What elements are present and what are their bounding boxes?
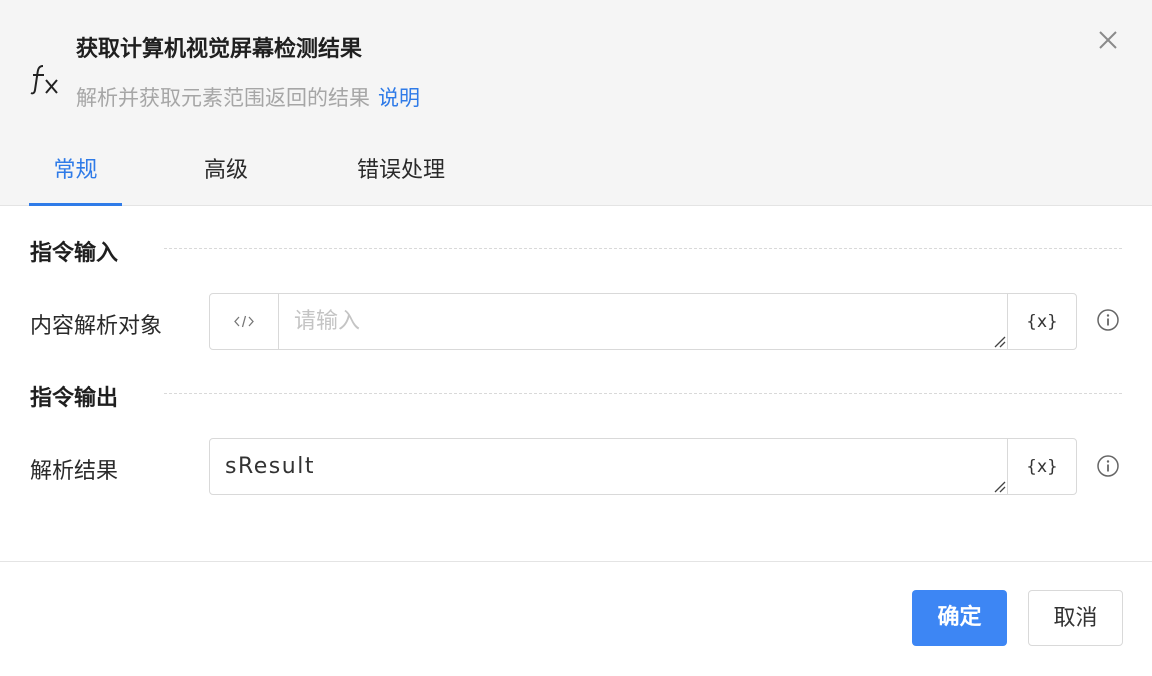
variable-icon-glyph: {x} xyxy=(1026,312,1058,332)
dialog: 获取计算机视觉屏幕检测结果 解析并获取元素范围返回的结果 说明 常规 高级 错误处… xyxy=(0,0,1152,676)
tab-general[interactable]: 常规 xyxy=(29,146,122,204)
section-title-input: 指令输入 xyxy=(30,241,119,266)
dialog-description: 解析并获取元素范围返回的结果 xyxy=(76,86,370,110)
info-icon[interactable] xyxy=(1096,308,1120,332)
tab-advanced[interactable]: 高级 xyxy=(180,146,272,204)
variable-icon: {x} xyxy=(1026,457,1058,477)
field-label-parse-target: 内容解析对象 xyxy=(30,314,163,339)
parse-target-input[interactable]: 请输入 xyxy=(294,294,360,349)
fx-icon xyxy=(30,65,58,95)
dialog-title: 获取计算机视觉屏幕检测结果 xyxy=(76,37,363,62)
resize-grip-icon[interactable] xyxy=(992,479,1006,493)
confirm-button[interactable]: 确定 xyxy=(912,590,1007,646)
active-tab-indicator xyxy=(29,203,122,206)
code-toggle-button[interactable] xyxy=(210,294,279,349)
cancel-button[interactable]: 取消 xyxy=(1028,590,1123,646)
info-icon[interactable] xyxy=(1096,454,1120,478)
variable-icon: {x} xyxy=(1026,312,1058,332)
section-divider xyxy=(164,393,1122,394)
footer-divider xyxy=(0,561,1152,562)
section-divider xyxy=(164,248,1122,249)
dialog-header: 获取计算机视觉屏幕检测结果 解析并获取元素范围返回的结果 说明 常规 高级 错误处… xyxy=(0,0,1152,206)
parse-result-field: sResult {x} xyxy=(209,438,1077,495)
dialog-subtitle: 解析并获取元素范围返回的结果 说明 xyxy=(76,82,420,112)
resize-grip-icon[interactable] xyxy=(992,334,1006,348)
insert-variable-button[interactable]: {x} xyxy=(1007,439,1076,494)
insert-variable-button[interactable]: {x} xyxy=(1007,294,1076,349)
code-icon xyxy=(234,315,254,328)
parse-result-input[interactable]: sResult xyxy=(225,439,315,494)
field-label-parse-result: 解析结果 xyxy=(30,459,119,484)
tab-error-handling[interactable]: 错误处理 xyxy=(336,146,466,204)
help-link[interactable]: 说明 xyxy=(378,86,420,110)
section-title-output: 指令输出 xyxy=(30,386,119,411)
variable-icon-glyph: {x} xyxy=(1026,457,1058,477)
parse-target-field: 请输入 {x} xyxy=(209,293,1077,350)
close-icon[interactable] xyxy=(1094,26,1122,54)
